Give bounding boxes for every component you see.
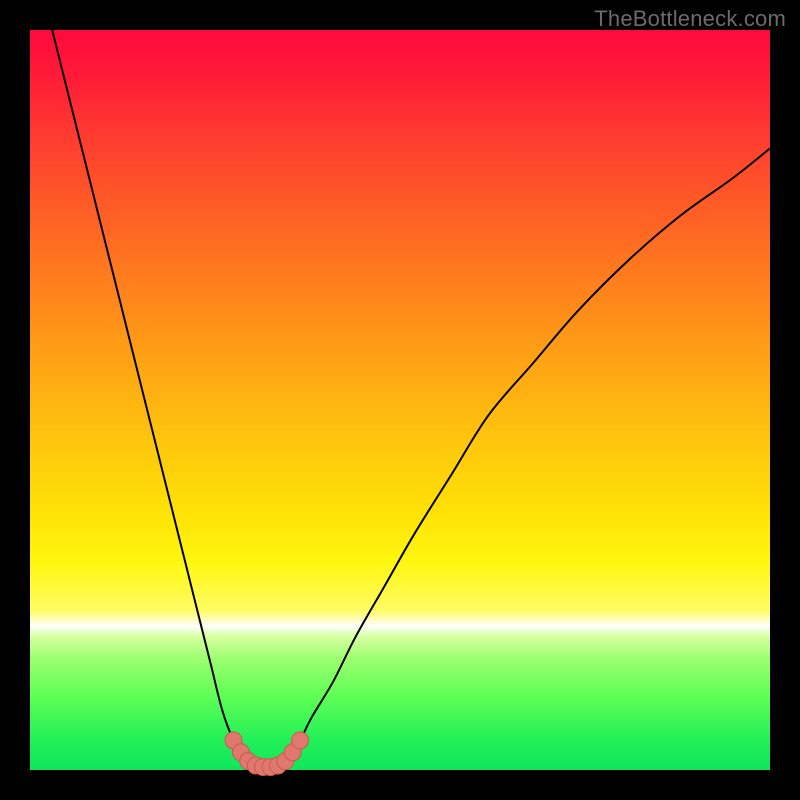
chart-frame: TheBottleneck.com	[0, 0, 800, 800]
curve-overlay	[30, 30, 770, 770]
connector-marker	[292, 732, 309, 749]
right-curve	[282, 148, 770, 766]
left-curve	[52, 30, 256, 766]
watermark-text: TheBottleneck.com	[594, 6, 786, 32]
